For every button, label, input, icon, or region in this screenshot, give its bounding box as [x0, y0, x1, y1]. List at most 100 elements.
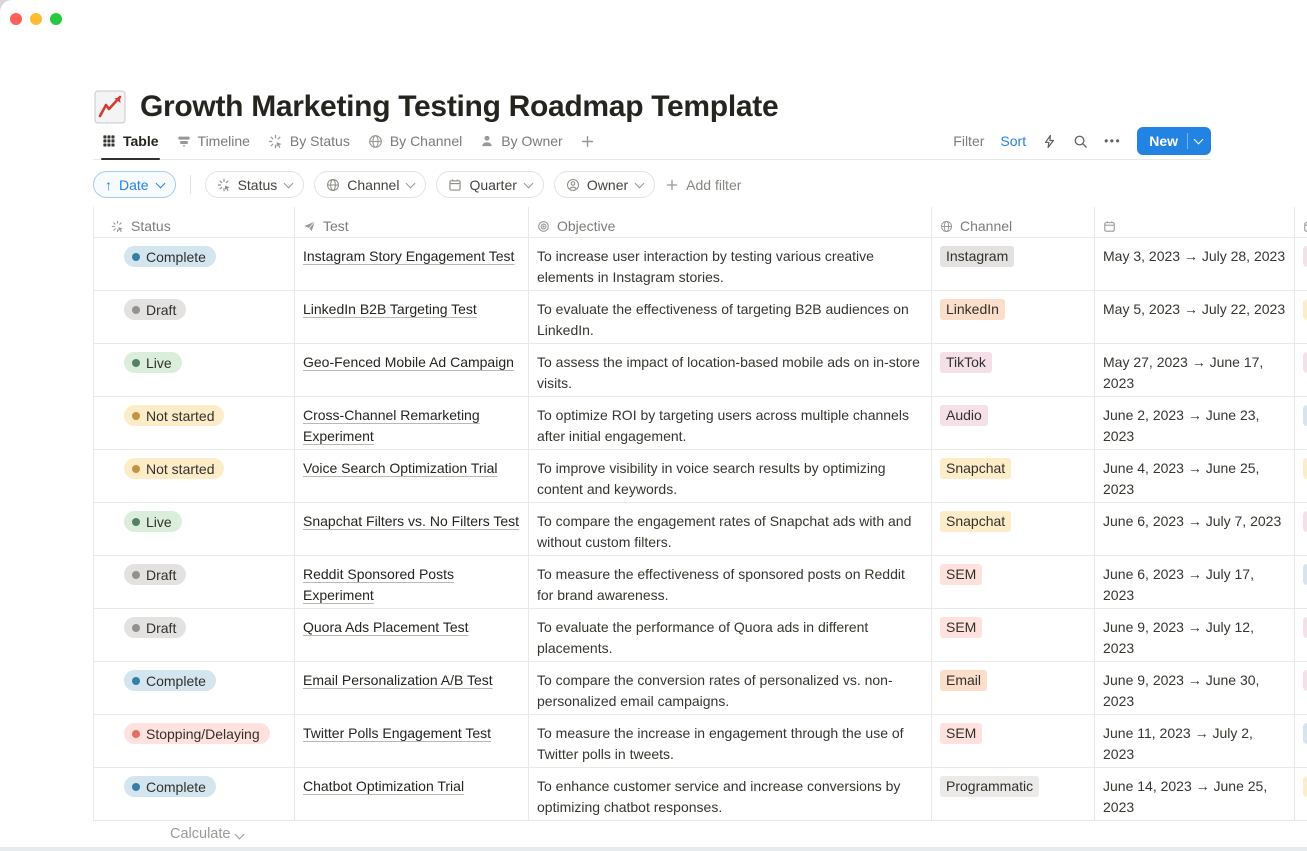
automations-lightning-icon[interactable] [1042, 134, 1057, 149]
channel-cell[interactable]: SEM [932, 556, 1095, 608]
channel-cell[interactable]: Instagram [932, 238, 1095, 290]
tab-table[interactable]: Table [93, 123, 168, 159]
chart-increasing-emoji-icon[interactable] [93, 90, 127, 124]
table-row[interactable]: Not started Voice Search Optimization Tr… [93, 450, 1307, 503]
table-row[interactable]: Complete Instagram Story Engagement Test… [93, 238, 1307, 291]
test-cell[interactable]: LinkedIn B2B Targeting Test [295, 291, 529, 343]
filter-chip-quarter[interactable]: Quarter [436, 171, 543, 198]
channel-tag[interactable]: Programmatic [940, 776, 1039, 797]
partial-cell[interactable] [1295, 715, 1307, 767]
status-badge[interactable]: Not started [124, 458, 224, 479]
partial-cell[interactable] [1295, 450, 1307, 502]
sort-chip-date[interactable]: ↑ Date [93, 171, 176, 198]
channel-cell[interactable]: Email [932, 662, 1095, 714]
table-row[interactable]: Not started Cross-Channel Remarketing Ex… [93, 397, 1307, 450]
filter-chip-status[interactable]: Status [205, 171, 305, 198]
close-window-button[interactable] [10, 13, 22, 25]
channel-tag[interactable]: Instagram [940, 246, 1014, 267]
status-cell[interactable]: Complete [93, 768, 295, 820]
partial-cell[interactable] [1295, 609, 1307, 661]
test-cell[interactable]: Snapchat Filters vs. No Filters Test [295, 503, 529, 555]
test-cell[interactable]: Twitter Polls Engagement Test [295, 715, 529, 767]
date-cell[interactable]: June 14, 2023 → June 25, 2023 [1095, 768, 1295, 820]
search-icon[interactable] [1073, 134, 1088, 149]
status-cell[interactable]: Draft [93, 291, 295, 343]
filter-button[interactable]: Filter [953, 133, 984, 149]
objective-cell[interactable]: To assess the impact of location-based m… [529, 344, 932, 396]
status-badge[interactable]: Draft [124, 617, 186, 638]
channel-cell[interactable]: Programmatic [932, 768, 1095, 820]
date-cell[interactable]: May 5, 2023 → July 22, 2023 [1095, 291, 1295, 343]
test-cell[interactable]: Quora Ads Placement Test [295, 609, 529, 661]
status-badge[interactable]: Complete [124, 670, 216, 691]
column-header-channel[interactable]: Channel [932, 207, 1095, 237]
partial-cell[interactable] [1295, 503, 1307, 555]
test-title-link[interactable]: Snapchat Filters vs. No Filters Test [303, 513, 519, 529]
table-row[interactable]: Complete Email Personalization A/B Test … [93, 662, 1307, 715]
partial-cell[interactable] [1295, 291, 1307, 343]
channel-tag[interactable]: SEM [940, 723, 982, 744]
table-row[interactable]: Draft Quora Ads Placement Test To evalua… [93, 609, 1307, 662]
column-header-date[interactable] [1095, 207, 1295, 237]
date-cell[interactable]: June 9, 2023 → July 12, 2023 [1095, 609, 1295, 661]
column-header-status[interactable]: Status [93, 207, 295, 237]
channel-cell[interactable]: Audio [932, 397, 1095, 449]
sort-button[interactable]: Sort [1000, 133, 1026, 149]
date-cell[interactable]: June 2, 2023 → June 23, 2023 [1095, 397, 1295, 449]
objective-cell[interactable]: To measure the effectiveness of sponsore… [529, 556, 932, 608]
status-badge[interactable]: Live [124, 352, 182, 373]
channel-cell[interactable]: LinkedIn [932, 291, 1095, 343]
channel-tag[interactable]: SEM [940, 564, 982, 585]
test-title-link[interactable]: LinkedIn B2B Targeting Test [303, 301, 477, 317]
status-cell[interactable]: Complete [93, 238, 295, 290]
objective-cell[interactable]: To measure the increase in engagement th… [529, 715, 932, 767]
date-cell[interactable]: May 3, 2023 → July 28, 2023 [1095, 238, 1295, 290]
column-header-test[interactable]: Test [295, 207, 529, 237]
partial-cell[interactable] [1295, 238, 1307, 290]
test-cell[interactable]: Geo-Fenced Mobile Ad Campaign [295, 344, 529, 396]
objective-cell[interactable]: To enhance customer service and increase… [529, 768, 932, 820]
test-title-link[interactable]: Geo-Fenced Mobile Ad Campaign [303, 354, 514, 370]
column-header-partial[interactable] [1295, 207, 1307, 237]
objective-cell[interactable]: To evaluate the effectiveness of targeti… [529, 291, 932, 343]
table-row[interactable]: Live Geo-Fenced Mobile Ad Campaign To as… [93, 344, 1307, 397]
channel-tag[interactable]: LinkedIn [940, 299, 1005, 320]
test-cell[interactable]: Instagram Story Engagement Test [295, 238, 529, 290]
test-title-link[interactable]: Cross-Channel Remarketing Experiment [303, 407, 480, 444]
status-cell[interactable]: Live [93, 344, 295, 396]
date-cell[interactable]: June 6, 2023 → July 7, 2023 [1095, 503, 1295, 555]
table-row[interactable]: Stopping/Delaying Twitter Polls Engageme… [93, 715, 1307, 768]
test-cell[interactable]: Cross-Channel Remarketing Experiment [295, 397, 529, 449]
status-cell[interactable]: Stopping/Delaying [93, 715, 295, 767]
status-cell[interactable]: Not started [93, 450, 295, 502]
date-cell[interactable]: June 11, 2023 → July 2, 2023 [1095, 715, 1295, 767]
table-row[interactable]: Draft Reddit Sponsored Posts Experiment … [93, 556, 1307, 609]
date-cell[interactable]: June 6, 2023 → July 17, 2023 [1095, 556, 1295, 608]
partial-cell[interactable] [1295, 397, 1307, 449]
status-cell[interactable]: Live [93, 503, 295, 555]
partial-cell[interactable] [1295, 662, 1307, 714]
channel-cell[interactable]: Snapchat [932, 450, 1095, 502]
calculate-button[interactable]: Calculate [170, 826, 243, 842]
status-badge[interactable]: Live [124, 511, 182, 532]
test-title-link[interactable]: Twitter Polls Engagement Test [303, 725, 491, 741]
zoom-window-button[interactable] [50, 13, 62, 25]
filter-chip-channel[interactable]: Channel [314, 171, 426, 198]
test-cell[interactable]: Reddit Sponsored Posts Experiment [295, 556, 529, 608]
date-cell[interactable]: June 4, 2023 → June 25, 2023 [1095, 450, 1295, 502]
channel-tag[interactable]: SEM [940, 617, 982, 638]
status-badge[interactable]: Complete [124, 776, 216, 797]
new-button[interactable]: New [1137, 127, 1211, 155]
status-cell[interactable]: Complete [93, 662, 295, 714]
channel-cell[interactable]: TikTok [932, 344, 1095, 396]
add-filter-button[interactable]: Add filter [665, 177, 741, 193]
partial-cell[interactable] [1295, 768, 1307, 820]
channel-cell[interactable]: SEM [932, 609, 1095, 661]
status-badge[interactable]: Not started [124, 405, 224, 426]
channel-tag[interactable]: Email [940, 670, 987, 691]
objective-cell[interactable]: To increase user interaction by testing … [529, 238, 932, 290]
test-title-link[interactable]: Chatbot Optimization Trial [303, 778, 464, 794]
objective-cell[interactable]: To compare the engagement rates of Snapc… [529, 503, 932, 555]
status-badge[interactable]: Draft [124, 299, 186, 320]
table-row[interactable]: Draft LinkedIn B2B Targeting Test To eva… [93, 291, 1307, 344]
